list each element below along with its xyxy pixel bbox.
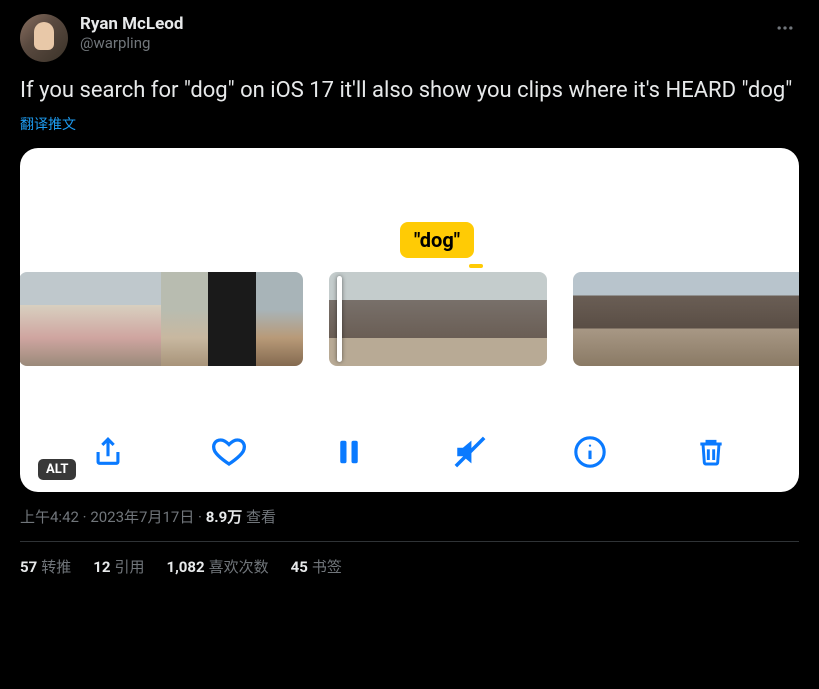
likes-stat[interactable]: 1,082喜欢次数 [166, 556, 268, 577]
tweet-timestamp[interactable]: 上午4:42 · 2023年7月17日 · 8.9万 查看 [20, 506, 799, 527]
display-name: Ryan McLeod [80, 14, 759, 34]
alt-badge[interactable]: ALT [38, 459, 76, 480]
author-names[interactable]: Ryan McLeod @warpling [80, 14, 759, 52]
tweet-stats: 57转推 12引用 1,082喜欢次数 45书签 [20, 542, 799, 591]
video-timeline[interactable] [20, 272, 799, 366]
views-count: 8.9万 [206, 508, 243, 526]
info-icon[interactable] [568, 430, 612, 474]
views-label: 查看 [246, 508, 276, 526]
quotes-stat[interactable]: 12引用 [93, 556, 144, 577]
clip-thumbnail [752, 272, 797, 366]
avatar[interactable] [20, 14, 68, 62]
clip-thumbnail [618, 272, 663, 366]
share-icon[interactable] [86, 430, 130, 474]
clip-thumbnail [573, 272, 618, 366]
heart-icon[interactable] [207, 430, 251, 474]
clip-thumbnail [662, 272, 707, 366]
mute-icon[interactable] [448, 430, 492, 474]
clip-thumbnail [438, 272, 493, 366]
retweets-stat[interactable]: 57转推 [20, 556, 71, 577]
tweet-container: Ryan McLeod @warpling If you search for … [0, 0, 819, 591]
clip-thumbnail [493, 272, 548, 366]
clip-group[interactable] [20, 272, 303, 366]
handle: @warpling [80, 34, 759, 52]
date: 2023年7月17日 [90, 508, 194, 526]
trash-icon[interactable] [689, 430, 733, 474]
timeline-marker [469, 264, 483, 268]
clip-thumbnail [20, 272, 66, 366]
playhead[interactable] [337, 276, 342, 362]
clip-thumbnail [66, 272, 113, 366]
pause-icon[interactable] [327, 430, 371, 474]
clip-thumbnail [161, 272, 208, 366]
clip-thumbnail [796, 272, 799, 366]
clip-thumbnail [114, 272, 161, 366]
tweet-text: If you search for "dog" on iOS 17 it'll … [20, 76, 799, 106]
bookmarks-stat[interactable]: 45书签 [291, 556, 342, 577]
clip-thumbnail [384, 272, 439, 366]
translate-link[interactable]: 翻译推文 [20, 114, 76, 134]
time: 上午4:42 [20, 508, 79, 526]
clip-group[interactable] [329, 272, 547, 366]
media-toolbar [20, 430, 799, 474]
clip-thumbnail [208, 272, 255, 366]
search-term-tooltip: "dog" [400, 222, 474, 258]
clip-thumbnail [707, 272, 752, 366]
clip-thumbnail [256, 272, 303, 366]
clip-group[interactable] [573, 272, 799, 366]
media-attachment[interactable]: "dog" [20, 148, 799, 492]
tweet-header: Ryan McLeod @warpling [20, 14, 799, 62]
more-options-icon[interactable] [771, 14, 799, 42]
